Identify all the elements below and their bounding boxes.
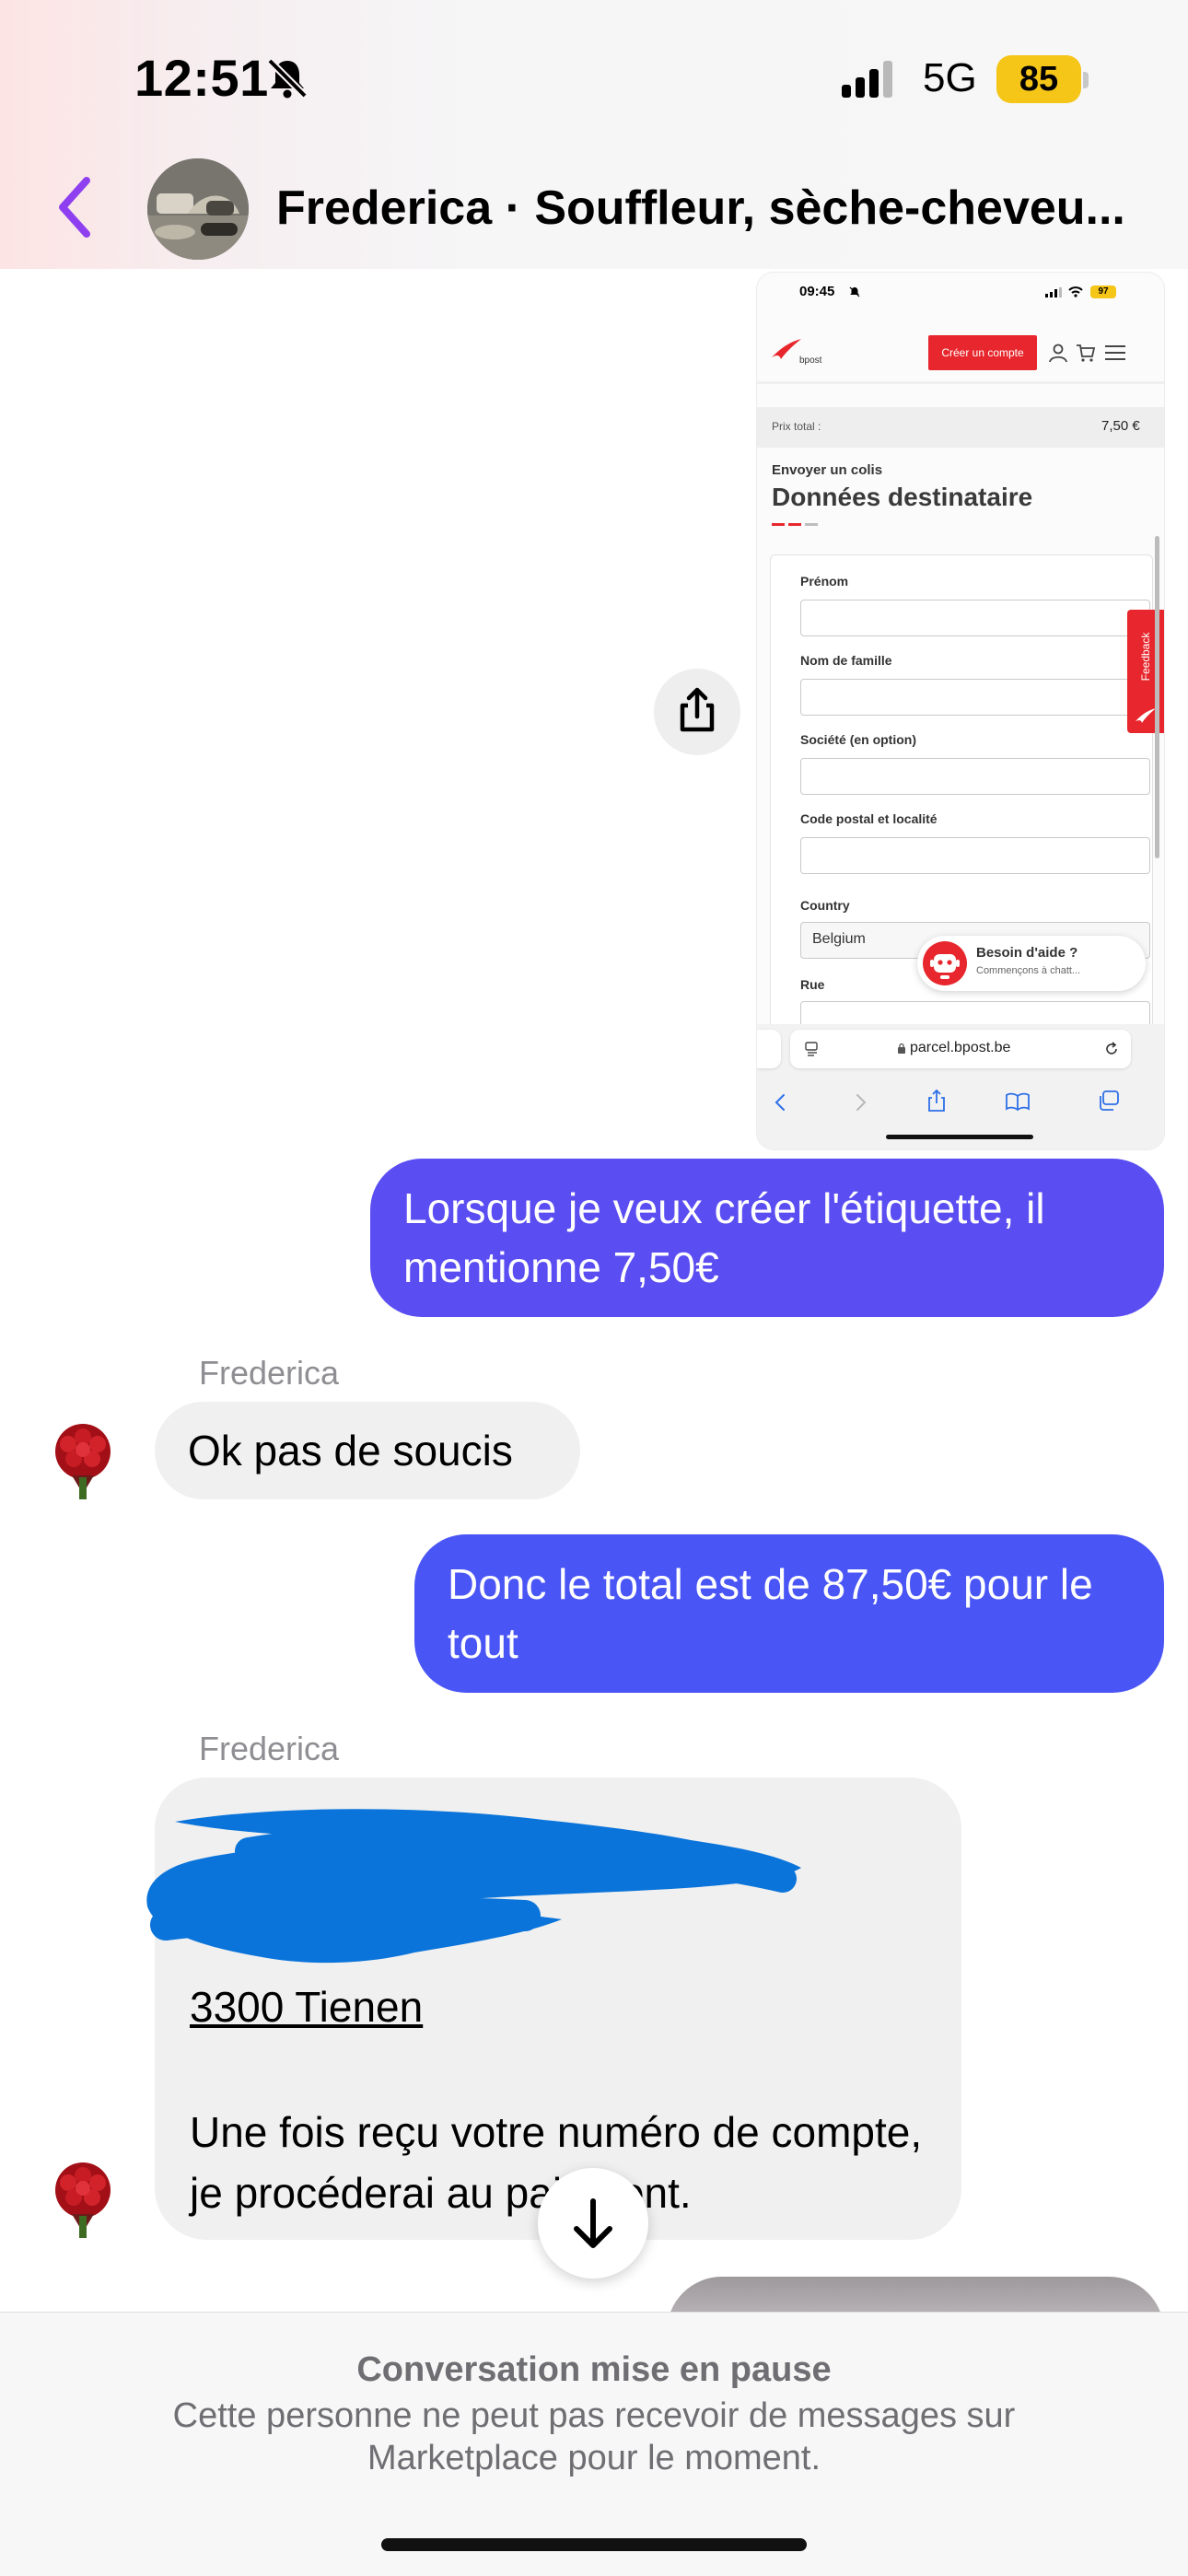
company-field[interactable] <box>800 758 1150 795</box>
arrow-down-icon <box>574 2198 612 2248</box>
message-outgoing[interactable]: Lorsque je veux créer l'étiquette, il me… <box>370 1159 1164 1317</box>
country-label: Country <box>800 898 850 913</box>
last-name-label: Nom de famille <box>800 653 892 668</box>
paused-title: Conversation mise en pause <box>356 2350 832 2389</box>
home-indicator <box>886 1135 1033 1139</box>
postcode-label: Code postal et localité <box>800 811 938 826</box>
help-chat-widget[interactable]: Besoin d'aide ? Commençons à chatt... <box>917 936 1146 991</box>
help-title: Besoin d'aide ? <box>976 945 1078 961</box>
first-name-field[interactable] <box>800 600 1150 636</box>
browser-back-icon[interactable] <box>772 1092 790 1113</box>
avatar[interactable] <box>147 158 249 260</box>
bpost-logo-icon <box>772 339 801 359</box>
create-account-button[interactable]: Créer un compte <box>928 335 1037 370</box>
network-type: 5G <box>923 55 977 100</box>
message-outgoing[interactable]: Donc le total est de 87,50€ pour le tout <box>414 1534 1164 1693</box>
bell-off-icon <box>267 58 308 99</box>
help-subtitle: Commençons à chatt... <box>976 965 1081 976</box>
address-text[interactable]: 3300 Tienen <box>190 1982 423 2032</box>
menu-icon[interactable] <box>1105 344 1125 361</box>
country-value: Belgium <box>812 931 866 947</box>
sender-name: Frederica <box>199 1730 340 1767</box>
back-button[interactable] <box>37 166 111 249</box>
scrollbar[interactable] <box>1155 536 1159 858</box>
page-menu-icon[interactable] <box>805 1042 820 1056</box>
progress-step-1 <box>772 523 785 526</box>
company-label: Société (en option) <box>800 732 916 747</box>
signal-icon <box>1045 287 1062 297</box>
sender-name: Frederica <box>199 1354 340 1392</box>
bpost-logo-text: bpost <box>799 356 822 366</box>
home-indicator <box>381 2538 807 2551</box>
price-value: 7,50 € <box>1101 418 1140 434</box>
price-label: Prix total : <box>772 420 821 433</box>
scroll-down-button[interactable] <box>538 2168 648 2279</box>
status-time: 12:51 <box>134 49 269 107</box>
progress-step-2 <box>788 523 801 526</box>
feedback-label: Feedback <box>1139 632 1152 682</box>
wifi-icon <box>1068 286 1083 297</box>
share-icon <box>680 687 715 732</box>
attachment-time: 09:45 <box>799 284 835 299</box>
reload-icon[interactable] <box>1103 1041 1120 1057</box>
chatbot-icon <box>923 941 967 985</box>
last-name-field[interactable] <box>800 679 1150 716</box>
product-photo-icon <box>147 158 249 260</box>
cart-icon[interactable] <box>1076 343 1096 363</box>
first-name-label: Prénom <box>800 574 849 589</box>
signal-icon <box>842 61 892 98</box>
url-text: parcel.bpost.be <box>910 1040 1011 1055</box>
message-incoming[interactable]: Ok pas de soucis <box>155 1402 580 1499</box>
battery-indicator: 97 <box>1090 286 1116 298</box>
battery-indicator: 85 <box>996 55 1081 103</box>
previous-tab-edge <box>757 1030 781 1068</box>
rose-avatar[interactable] <box>44 2159 122 2242</box>
browser-forward-icon[interactable] <box>851 1092 869 1113</box>
postcode-field[interactable] <box>800 837 1150 874</box>
battery-tip <box>1083 72 1089 88</box>
bpost-logo-icon <box>1136 708 1156 723</box>
share-button[interactable] <box>654 669 740 755</box>
form-heading: Données destinataire <box>772 483 1033 511</box>
divider <box>757 381 1164 384</box>
paused-description: Cette personne ne peut pas recevoir de m… <box>172 2396 1016 2477</box>
rose-avatar[interactable] <box>44 1420 122 1503</box>
tabs-icon[interactable] <box>1098 1090 1120 1111</box>
progress-step-3 <box>805 523 818 526</box>
redaction-scribble <box>146 1809 801 1964</box>
bookmarks-icon[interactable] <box>1006 1092 1030 1111</box>
user-icon[interactable] <box>1048 343 1068 363</box>
street-label: Rue <box>800 977 825 992</box>
browser-share-icon[interactable] <box>926 1089 947 1113</box>
image-attachment[interactable]: 09:45 97 bpost Créer un compte Prix tota… <box>757 273 1164 1149</box>
lock-icon <box>898 1043 905 1054</box>
step-label: Envoyer un colis <box>772 462 883 478</box>
conversation-title[interactable]: Frederica · Souffleur, sèche-cheveu... <box>276 181 1160 236</box>
address-bar[interactable]: parcel.bpost.be <box>790 1030 1131 1068</box>
bell-off-icon <box>849 286 860 297</box>
